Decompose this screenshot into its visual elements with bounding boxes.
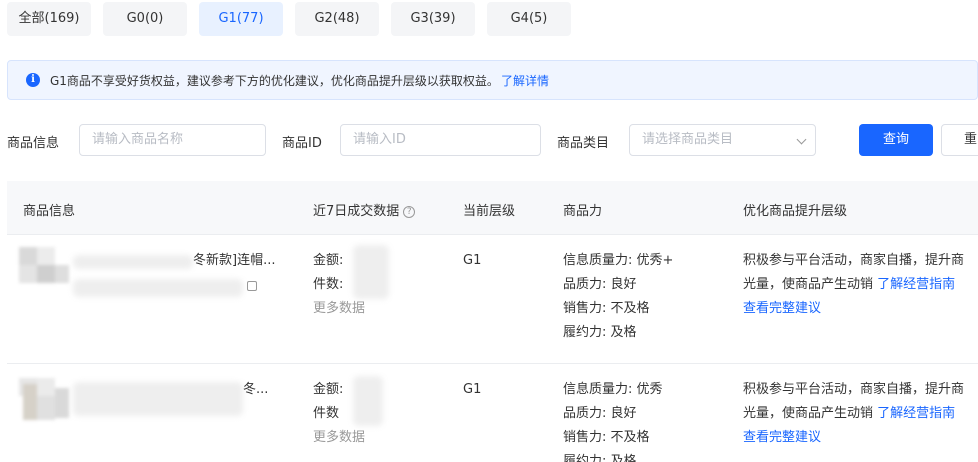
header-sales-label: 近7日成交数据 — [313, 204, 400, 219]
info-icon: i — [26, 73, 40, 87]
blurred-id — [73, 279, 243, 297]
blurred-title — [73, 382, 243, 416]
product-quality: 品质力: 良好 — [563, 406, 637, 421]
more-data-link[interactable]: 更多数据 — [313, 297, 365, 321]
current-level: G1 — [463, 382, 482, 397]
tab-g2[interactable]: G2(48) — [295, 2, 379, 36]
amount-label: 金额: — [313, 253, 344, 268]
full-suggestion-link[interactable]: 查看完整建议 — [743, 426, 821, 450]
sales-power: 销售力: 不及格 — [563, 301, 650, 316]
suggestion-text-2: 光量，使商品产生动销 — [743, 406, 874, 421]
level-tabs: 全部(169) G0(0) G1(77) G2(48) G3(39) G4(5) — [7, 2, 571, 36]
help-icon[interactable]: ? — [403, 206, 416, 218]
product-info-label: 商品信息 — [7, 136, 60, 151]
suggestion-line: 光量，使商品产生动销 了解经营指南 — [743, 402, 955, 426]
info-quality: 信息质量力: 优秀 — [563, 382, 663, 397]
category-select[interactable]: 请选择商品类目 — [629, 124, 816, 156]
product-quality: 品质力: 良好 — [563, 277, 637, 292]
header-optimize: 优化商品提升层级 — [743, 204, 848, 219]
copy-icon[interactable] — [247, 281, 257, 291]
chevron-down-icon — [796, 134, 807, 145]
full-suggestion-link[interactable]: 查看完整建议 — [743, 297, 821, 321]
tab-g0[interactable]: G0(0) — [103, 2, 187, 36]
product-image — [19, 247, 69, 297]
reset-button[interactable]: 重 — [941, 124, 978, 156]
product-name-input[interactable]: 请输入商品名称 — [79, 124, 266, 156]
product-title[interactable]: 冬新款]连帽... — [193, 249, 275, 273]
guide-link[interactable]: 了解经营指南 — [877, 277, 955, 292]
amount-label: 金额: — [313, 382, 344, 397]
count-label: 件数: — [313, 277, 344, 292]
header-level: 当前层级 — [463, 204, 516, 219]
blurred-sales — [353, 376, 383, 426]
header-power: 商品力 — [563, 204, 603, 219]
category-placeholder: 请选择商品类目 — [642, 132, 734, 147]
banner-text: G1商品不享受好货权益，建议参考下方的优化建议，优化商品提升层级以获取权益。 — [50, 73, 499, 88]
fulfillment-power: 履约力: 及格 — [563, 454, 637, 462]
sales-power: 销售力: 不及格 — [563, 430, 650, 445]
suggestion-line: 光量，使商品产生动销 了解经营指南 — [743, 273, 955, 297]
header-sales: 近7日成交数据? — [313, 200, 416, 219]
product-title[interactable]: 冬... — [243, 378, 268, 402]
blurred-title — [73, 255, 193, 269]
more-data-link[interactable]: 更多数据 — [313, 426, 365, 450]
banner-details-link[interactable]: 了解详情 — [501, 72, 549, 89]
table-row: 冬... 金额: 件数 更多数据 G1 信息质量力: 优秀 品质力: 良好 销售… — [7, 364, 978, 462]
query-button[interactable]: 查询 — [859, 124, 933, 156]
category-label: 商品类目 — [557, 136, 610, 151]
guide-link[interactable]: 了解经营指南 — [877, 406, 955, 421]
fulfillment-power: 履约力: 及格 — [563, 325, 637, 340]
suggestion-text-2: 光量，使商品产生动销 — [743, 277, 874, 292]
blurred-sales — [353, 245, 389, 299]
product-id-label: 商品ID — [282, 136, 322, 151]
header-product: 商品信息 — [23, 204, 76, 219]
product-id-input[interactable]: 请输入ID — [340, 124, 541, 156]
info-quality: 信息质量力: 优秀+ — [563, 253, 674, 268]
suggestion-text: 积极参与平台活动，商家自播，提升商 — [743, 253, 965, 268]
tab-all[interactable]: 全部(169) — [7, 2, 91, 36]
suggestion-text: 积极参与平台活动，商家自播，提升商 — [743, 382, 965, 397]
product-image — [19, 378, 69, 426]
info-banner: i G1商品不享受好货权益，建议参考下方的优化建议，优化商品提升层级以获取权益。… — [7, 60, 978, 100]
tab-g4[interactable]: G4(5) — [487, 2, 571, 36]
table-row: 冬新款]连帽... 金额: 件数: 更多数据 G1 信息质量力: 优秀+ 品质力… — [7, 235, 978, 364]
tab-g1[interactable]: G1(77) — [199, 2, 283, 36]
table-header: 商品信息 近7日成交数据? 当前层级 商品力 优化商品提升层级 — [7, 181, 978, 235]
tab-g3[interactable]: G3(39) — [391, 2, 475, 36]
count-label: 件数 — [313, 406, 340, 421]
current-level: G1 — [463, 253, 482, 268]
